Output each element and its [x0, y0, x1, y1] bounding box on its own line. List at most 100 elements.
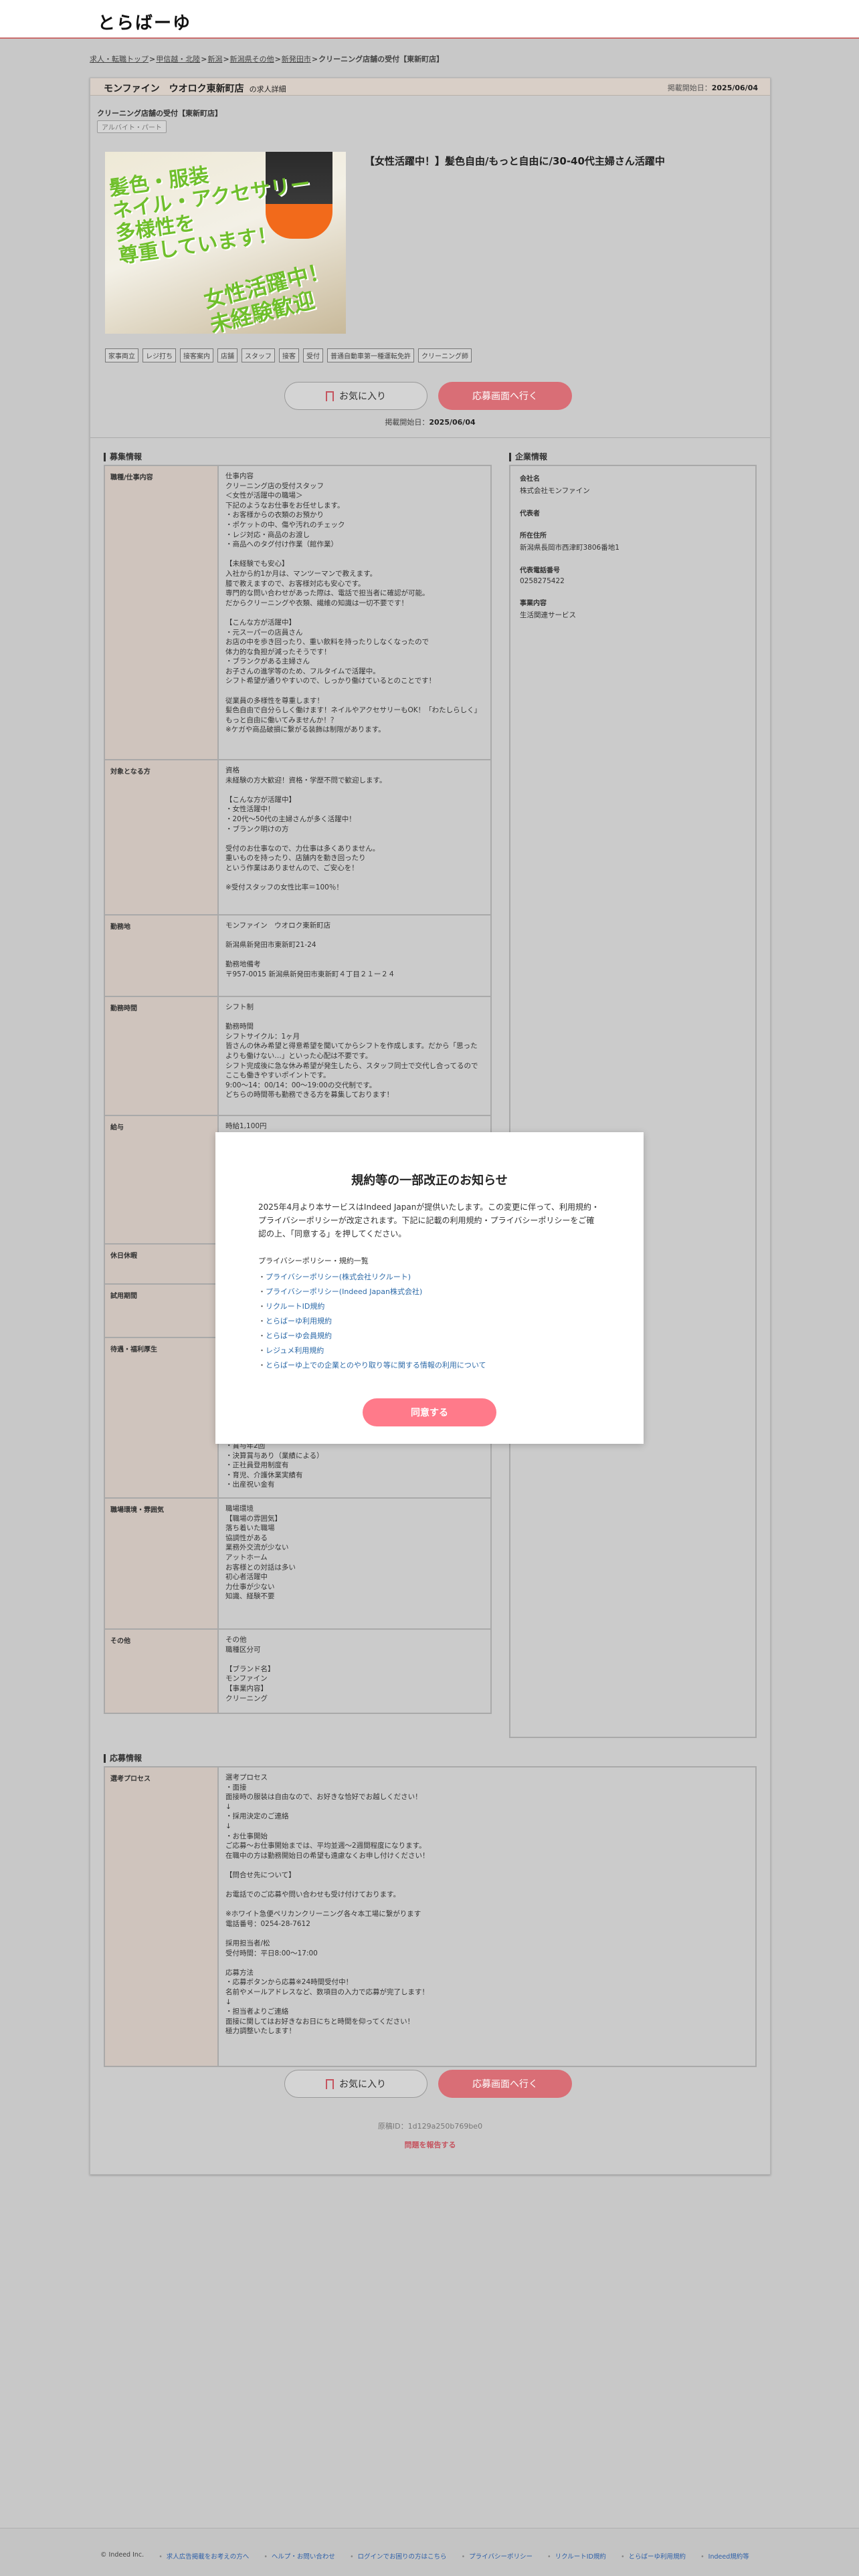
copyright: © Indeed Inc.: [100, 2551, 145, 2559]
company-info-item: 会社名 株式会社モンファイン: [520, 473, 746, 496]
favorite-button[interactable]: お気に入り: [284, 382, 427, 410]
modal-policy-link[interactable]: プライバシーポリシー(Indeed Japan株式会社): [258, 1285, 486, 1299]
recruit-table: 職種/仕事内容 仕事内容 クリーニング店の受付スタッフ ＜女性が活躍中の職場＞ 下…: [104, 465, 492, 1714]
feature-tag: 接客: [279, 348, 299, 362]
row-label: 職種/仕事内容: [105, 466, 219, 759]
table-row: 対象となる方 資格 未経験の方大歓迎！資格・学歴不問で歓迎します。 【こんな方が活…: [105, 760, 490, 916]
terms-update-modal: 規約等の一部改正のお知らせ 2025年4月より本サービスはIndeed Japa…: [215, 1132, 644, 1444]
footer-links: © Indeed Inc. 求人広告掲載をお考えの方へ ヘルプ・お問い合わせ ログイ…: [100, 2551, 749, 2561]
row-label: 試用期間: [105, 1285, 219, 1337]
bookmark-icon: [326, 391, 334, 405]
modal-list-title: プライバシーポリシー・規約一覧: [258, 1257, 369, 1265]
action-buttons: お気に入り 応募画面へ行く: [284, 382, 579, 410]
company-info-value: 0258275422: [520, 577, 565, 585]
company-name: モンファイン ウオロク東新町店 の求人詳細: [104, 84, 286, 94]
company-info-label: 会社名: [520, 475, 540, 483]
table-row: 勤務時間 シフト制 勤務時間 シフトサイクル：1ヶ月 皆さんの休み希望と得意希望を…: [105, 997, 490, 1116]
feature-tags: 家事両立 レジ打ち 接客案内 店舗 スタッフ 接客 受付 普通自動車第一種運転免許 クリーニング…: [105, 348, 472, 362]
breadcrumb: 求人・転職トップ>甲信越・北陸>新潟>新潟県その他>新発田市>クリーニング店舗の…: [90, 55, 444, 64]
listing-id: 原稿ID：1d129a250b769be0: [377, 2122, 483, 2131]
row-label: 勤務時間: [105, 997, 219, 1115]
catchphrase: 【女性活躍中！】髪色自由/もっと自由に/30-40代主婦さん活躍中: [365, 155, 665, 167]
site-header: とらばーゆ: [0, 0, 859, 39]
breadcrumb-item[interactable]: 新潟県その他: [230, 55, 274, 64]
company-section-title: 企業情報: [509, 453, 547, 461]
job-detail-card: モンファイン ウオロク東新町店 の求人詳細 掲載開始日：2025/06/04 クリ…: [90, 78, 771, 2175]
feature-tag: 受付: [303, 348, 323, 362]
job-subtitle: クリーニング店舗の受付【東新町店】: [97, 109, 222, 118]
table-row: その他 その他 職種区分可 【ブランド名】 モンファイン 【事業内容】 クリーニン…: [105, 1630, 490, 1713]
site-footer: © Indeed Inc. 求人広告掲載をお考えの方へ ヘルプ・お問い合わせ ログイ…: [0, 2528, 859, 2576]
company-info-item: 事業内容生活関連サービス: [520, 597, 746, 620]
feature-tag: 家事両立: [105, 348, 138, 362]
row-label: 勤務地: [105, 916, 219, 996]
company-info-value: 生活関連サービス: [520, 611, 576, 619]
site-logo[interactable]: とらばーゆ: [98, 9, 191, 34]
row-value: モンファイン ウオロク東新町店 新潟県新発田市東新町21-24 勤務地備考 〒9…: [225, 922, 395, 978]
agree-button[interactable]: 同意する: [363, 1398, 496, 1426]
post-date-top: 掲載開始日：2025/06/04: [667, 84, 758, 92]
footer-link[interactable]: 求人広告掲載をお考えの方へ: [159, 2551, 250, 2561]
breadcrumb-item[interactable]: 甲信越・北陸: [156, 55, 200, 64]
company-info-label: 所在住所: [520, 532, 547, 540]
post-date-mid: 掲載開始日：2025/06/04: [385, 418, 476, 427]
modal-title: 規約等の一部改正のお知らせ: [351, 1174, 508, 1188]
row-value: シフト制 勤務時間 シフトサイクル：1ヶ月 皆さんの休み希望と得意希望を聞いてか…: [225, 1003, 478, 1099]
modal-policy-link[interactable]: プライバシーポリシー(株式会社リクルート): [258, 1270, 486, 1285]
hero-image: 髪色・服装 ネイル・アクセサリー 多様性を 尊重しています！ 女性活躍中！ 未経…: [105, 152, 346, 334]
feature-tag: 普通自動車第一種運転免許: [327, 348, 414, 362]
favorite-button-bottom[interactable]: お気に入り: [284, 2070, 427, 2098]
modal-policy-link[interactable]: とらばーゆ利用規約: [258, 1314, 486, 1329]
row-value: 職場環境 【職場の雰囲気】 落ち着いた職場 協調性がある 業務外交流が少ない ア…: [225, 1505, 296, 1601]
footer-link[interactable]: プライバシーポリシー: [462, 2551, 533, 2561]
modal-policy-link[interactable]: とらばーゆ上での企業とのやり取り等に関する情報の利用について: [258, 1358, 486, 1373]
report-problem-link[interactable]: 問題を報告する: [90, 2139, 770, 2150]
apply-table: 選考プロセス 選考プロセス ・面接 面接時の服装は自由なので、お好きな恰好でお越し…: [104, 1766, 757, 2067]
company-info-item: 代表者: [520, 508, 746, 518]
company-info: 会社名 株式会社モンファイン代表者所在住所新潟県長岡市西津町3806番地1 代表電話…: [509, 465, 757, 1738]
feature-tag: クリーニング師: [418, 348, 472, 362]
feature-tag: スタッフ: [242, 348, 275, 362]
footer-link[interactable]: ログインでお困りの方はこちら: [350, 2551, 447, 2561]
table-row: 職場環境・雰囲気 職場環境 【職場の雰囲気】 落ち着いた職場 協調性がある 業務外…: [105, 1499, 490, 1630]
footer-link[interactable]: ヘルプ・お問い合わせ: [264, 2551, 335, 2561]
row-value: その他 職種区分可 【ブランド名】 モンファイン 【事業内容】 クリーニング: [225, 1636, 275, 1703]
company-info-label: 代表電話番号: [520, 567, 560, 574]
footer-link[interactable]: とらばーゆ利用規約: [621, 2551, 686, 2561]
row-label: 職場環境・雰囲気: [105, 1499, 219, 1628]
modal-policy-link[interactable]: レジュメ利用規約: [258, 1344, 486, 1358]
action-buttons-bottom: お気に入り 応募画面へ行く: [284, 2070, 579, 2098]
company-info-item: 代表電話番号 0258275422: [520, 564, 746, 585]
apply-button-bottom[interactable]: 応募画面へ行く: [438, 2070, 572, 2098]
row-label: 休日休暇: [105, 1245, 219, 1283]
footer-link[interactable]: Indeed規約等: [700, 2551, 749, 2561]
table-row: 勤務地 モンファイン ウオロク東新町店 新潟県新発田市東新町21-24 勤務地備考…: [105, 916, 490, 997]
bookmark-icon: [326, 2078, 334, 2092]
breadcrumb-item[interactable]: 新潟: [207, 55, 222, 64]
row-label: 選考プロセス: [105, 1767, 219, 2066]
breadcrumb-current: クリーニング店舗の受付【東新町店】: [318, 55, 444, 64]
row-label: 対象となる方: [105, 760, 219, 914]
breadcrumb-item[interactable]: 求人・転職トップ: [90, 55, 149, 64]
feature-tag: 接客案内: [180, 348, 213, 362]
employment-type-tag: アルバイト・パート: [97, 120, 167, 133]
table-row: 選考プロセス 選考プロセス ・面接 面接時の服装は自由なので、お好きな恰好でお越し…: [105, 1767, 755, 2066]
company-info-item: 所在住所新潟県長岡市西津町3806番地1: [520, 530, 746, 552]
hero-text: 髪色・服装 ネイル・アクセサリー 多様性を 尊重しています！: [107, 163, 312, 269]
company-info-label: 代表者: [520, 510, 540, 518]
modal-policy-link[interactable]: とらばーゆ会員規約: [258, 1329, 486, 1344]
modal-links: プライバシーポリシー(株式会社リクルート)プライバシーポリシー(Indeed J…: [258, 1270, 486, 1373]
apply-button[interactable]: 応募画面へ行く: [438, 382, 572, 410]
modal-policy-link[interactable]: リクルートID規約: [258, 1299, 486, 1314]
footer-link[interactable]: リクルートID規約: [547, 2551, 606, 2561]
modal-body: 2025年4月より本サービスはIndeed Japanが提供いたします。この変更…: [258, 1202, 599, 1239]
company-info-value: 新潟県長岡市西津町3806番地1: [520, 544, 619, 552]
recruit-section-title: 募集情報: [104, 453, 142, 461]
breadcrumb-item[interactable]: 新発田市: [282, 55, 311, 64]
row-value: 仕事内容 クリーニング店の受付スタッフ ＜女性が活躍中の職場＞ 下記のようなお仕…: [225, 472, 482, 734]
company-info-label: 事業内容: [520, 600, 547, 607]
apply-section-title: 応募情報: [104, 1754, 142, 1763]
row-label: 待遇・福利厚生: [105, 1338, 219, 1497]
row-label: その他: [105, 1630, 219, 1713]
feature-tag: 店舗: [217, 348, 237, 362]
